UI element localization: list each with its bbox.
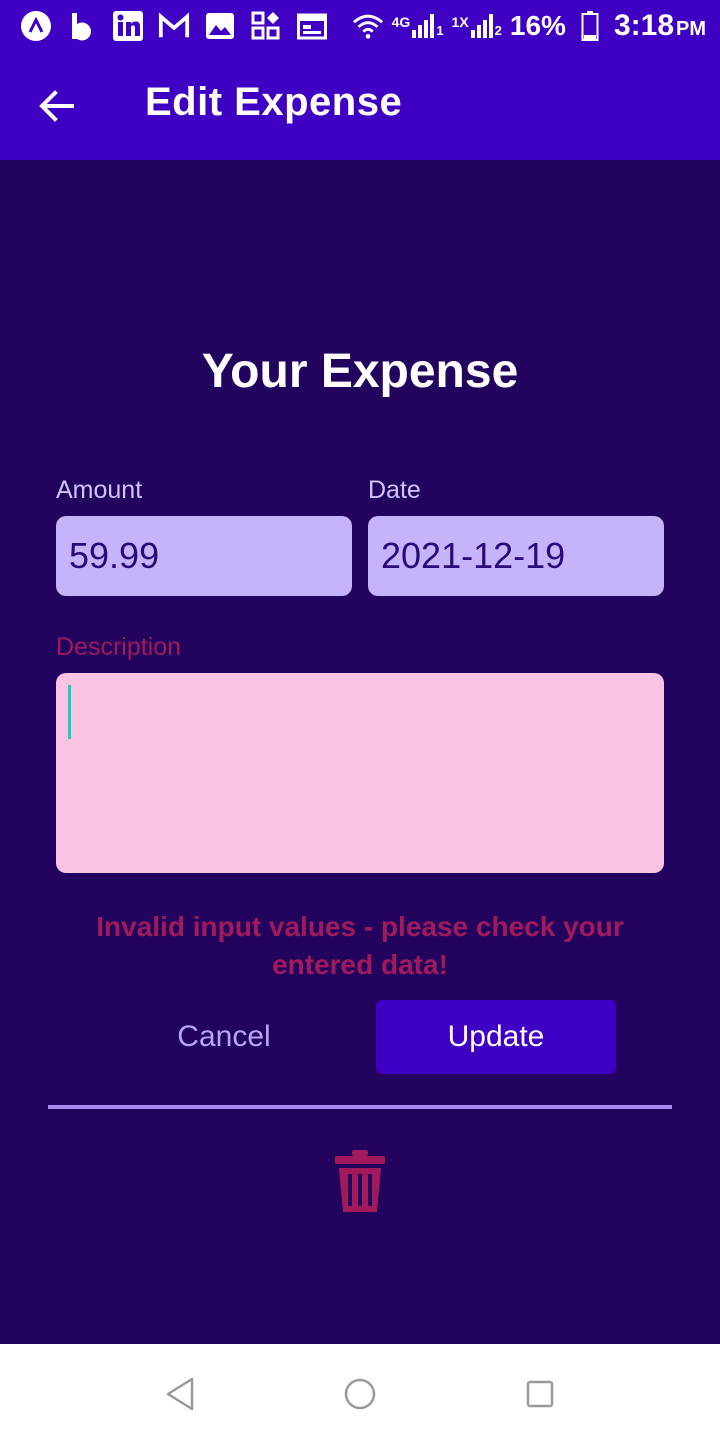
date-input[interactable] [381, 535, 651, 577]
nav-home-button[interactable] [340, 1374, 380, 1414]
text-caret [68, 685, 71, 739]
status-bar: 4G 1 1X 2 16% 3:18 PM [0, 0, 720, 52]
recents-square-icon [526, 1380, 554, 1408]
sim2-label: 2 [494, 23, 502, 38]
signal-sim2: 1X 2 [452, 14, 502, 38]
battery-icon [574, 10, 606, 42]
system-nav-bar [0, 1344, 720, 1440]
phone-screen: 4G 1 1X 2 16% 3:18 PM Edit Expense Your … [0, 0, 720, 1440]
back-triangle-icon [166, 1377, 194, 1411]
description-label: Description [56, 633, 182, 661]
app-bar: Edit Expense [0, 52, 720, 160]
app-a-icon [20, 10, 52, 42]
clock-time: 3:18 [613, 9, 674, 42]
nav-recents-button[interactable] [520, 1374, 560, 1414]
edit-expense-form: Your Expense Amount Date Description Inv… [0, 160, 720, 1344]
gmail-icon [158, 10, 190, 42]
gallery-icon [204, 10, 236, 42]
update-button[interactable]: Update [376, 1000, 616, 1074]
error-message: Invalid input values - please check your… [96, 911, 624, 980]
apps-icon [250, 10, 282, 42]
clock: 3:18 PM [614, 9, 706, 43]
arrow-back-icon [39, 90, 74, 122]
signal-sim1: 4G 1 [392, 14, 444, 38]
battery-percent: 16% [509, 10, 566, 41]
signal-bars-icon [470, 14, 493, 38]
description-field[interactable] [56, 673, 664, 873]
nav-back-button[interactable] [160, 1374, 200, 1414]
network-1x-label: 1X [451, 14, 469, 30]
notification-icons [20, 10, 328, 42]
app-b-icon [66, 10, 98, 42]
network-4g-label: 4G [391, 14, 411, 30]
status-indicators: 4G 1 1X 2 16% 3:18 PM [352, 9, 706, 43]
amount-field[interactable] [56, 516, 352, 596]
app-bar-title: Edit Expense [145, 80, 403, 124]
amount-label: Amount [56, 476, 143, 504]
back-button[interactable] [28, 78, 84, 134]
trash-icon [335, 1150, 385, 1212]
signal-bars-icon [412, 14, 435, 38]
calendar-icon [296, 10, 328, 42]
clock-ampm: PM [676, 18, 706, 40]
form-heading: Your Expense [201, 345, 519, 398]
delete-button[interactable] [328, 1146, 392, 1218]
wifi-icon [352, 10, 384, 42]
amount-input[interactable] [69, 535, 339, 577]
top-bar: 4G 1 1X 2 16% 3:18 PM Edit Expense [0, 0, 720, 160]
divider [48, 1105, 672, 1109]
cancel-button[interactable]: Cancel [104, 1000, 344, 1074]
home-circle-icon [344, 1378, 376, 1410]
linkedin-icon [112, 10, 144, 42]
date-label: Date [368, 476, 421, 504]
date-field[interactable] [368, 516, 664, 596]
sim1-label: 1 [436, 23, 444, 38]
